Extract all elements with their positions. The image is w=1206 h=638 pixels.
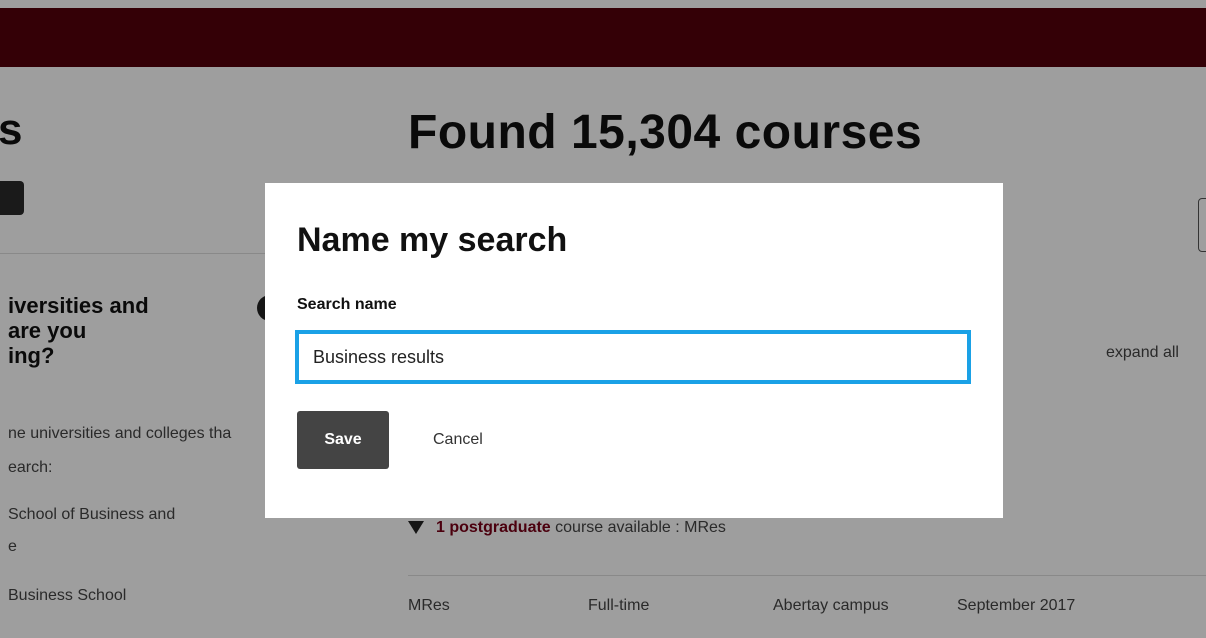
search-name-label: Search name	[297, 296, 397, 313]
cancel-button[interactable]: Cancel	[417, 411, 499, 469]
save-button[interactable]: Save	[297, 411, 389, 469]
dialog-title: Name my search	[297, 221, 568, 259]
name-search-dialog: Name my search Search name Save Cancel	[265, 183, 1003, 518]
search-name-input[interactable]	[295, 330, 971, 384]
